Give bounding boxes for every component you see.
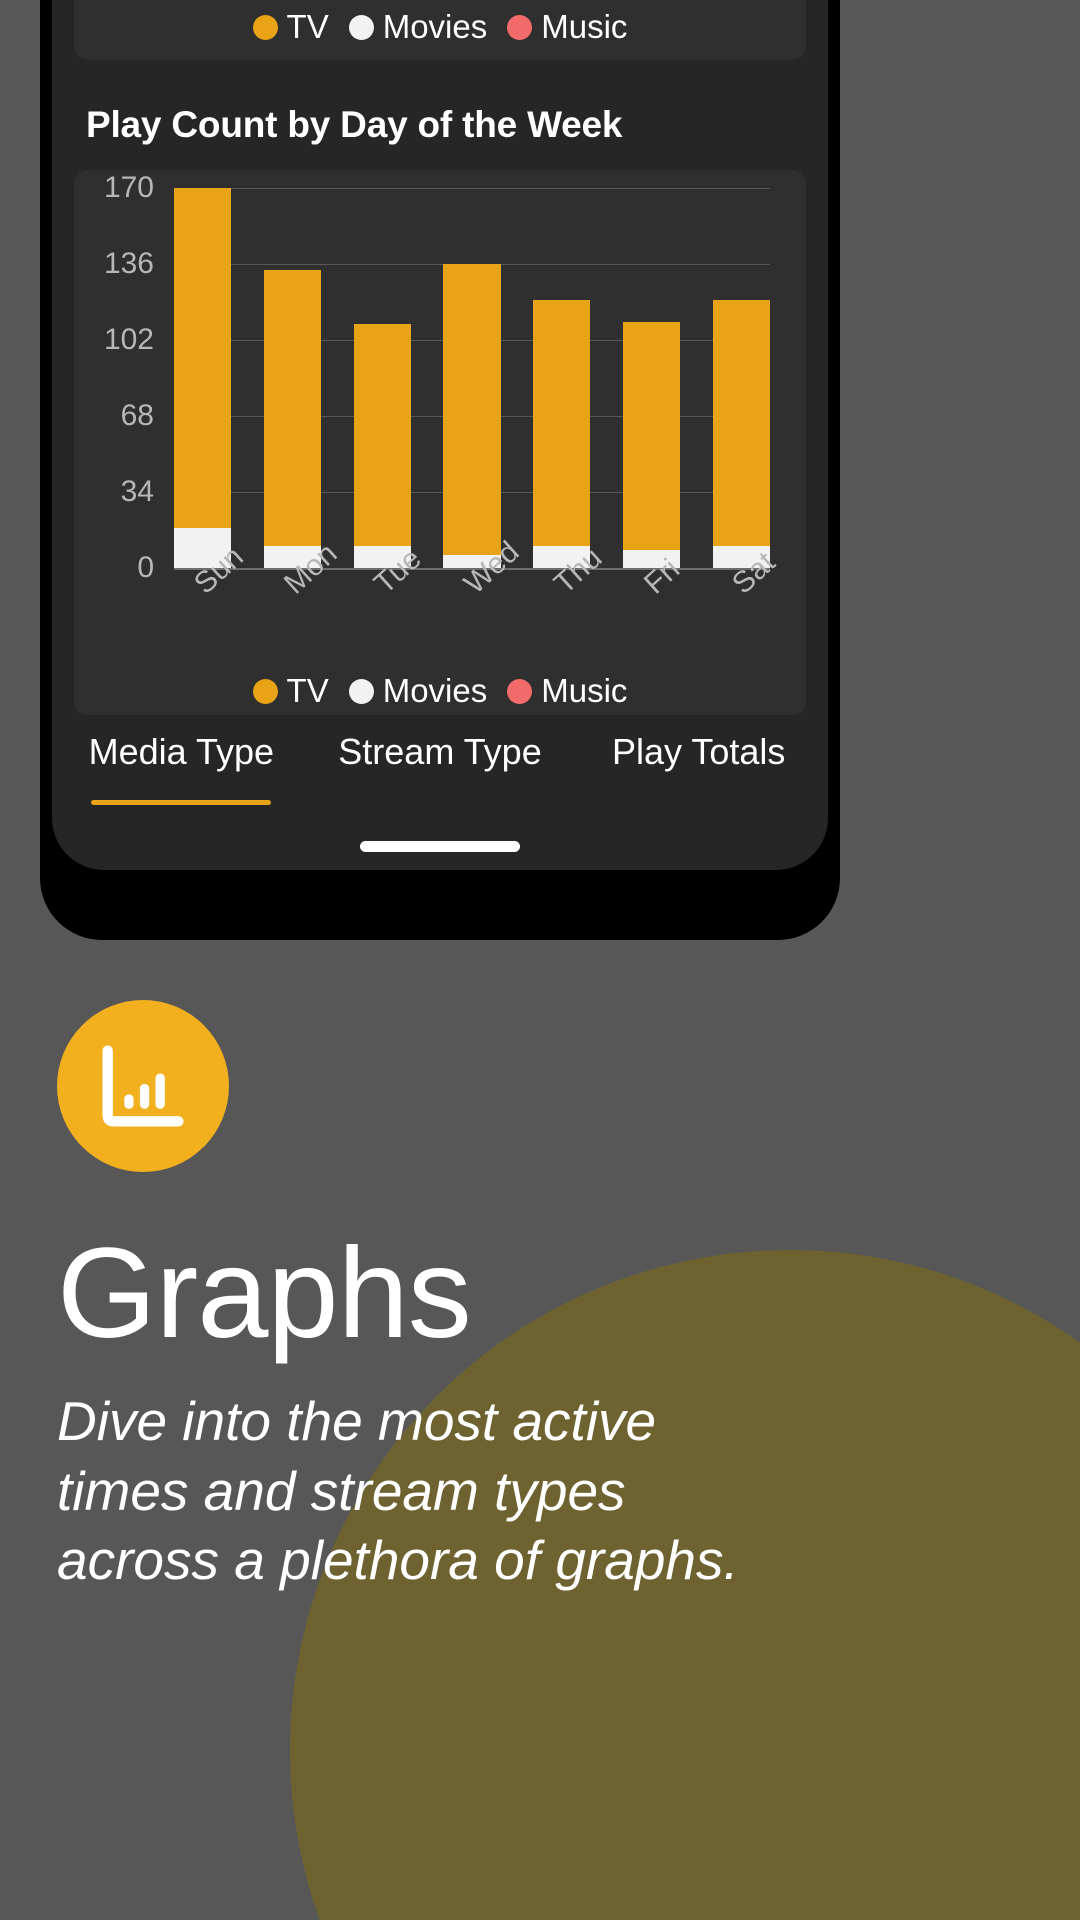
y-tick-label: 170 [103,171,154,204]
legend-dot-tv [252,678,278,704]
legend-item-movies: Movies [348,672,488,710]
tab-label: Stream Type [338,731,542,772]
legend-label-music: Music [541,8,628,45]
legend-item-tv: TV [252,8,329,46]
active-tab-indicator [91,800,272,805]
phone-screen: Mar 1 Mar 2 Mar 2 Apr 3 Apr 6 Apr 1 TV M… [52,0,828,870]
main-chart-card: 170 136 102 68 34 0 Sun Mon Tue Wed Thu … [74,170,806,715]
x-axis-labels: Sun Mon Tue Wed Thu Fri Sat [166,535,784,658]
legend-label-tv: TV [286,672,329,709]
bar-group [174,188,770,568]
legend-dot-movies [348,14,374,40]
legend-dot-movies [348,678,374,704]
bar-sat[interactable] [712,188,770,568]
promo-description: Dive into the most active times and stre… [57,1390,739,1591]
tab-bar: Media Type Stream Type Play Totals [52,713,828,818]
y-tick-label: 34 [120,475,154,508]
tab-stream-type[interactable]: Stream Type [311,731,570,773]
top-chart-legend: TV Movies Music [74,8,806,46]
bar-chart-plot: 170 136 102 68 34 0 [74,171,792,584]
bar-segment-tv [174,188,232,528]
home-indicator[interactable] [360,841,520,852]
bar-segment-tv [263,270,321,546]
bar-fri[interactable] [622,188,681,568]
promo-title: Graphs [57,1222,472,1365]
legend-dot-tv [252,14,278,40]
legend-item-movies: Movies [348,8,488,46]
bar-sun[interactable] [174,188,232,568]
tab-media-type[interactable]: Media Type [52,731,311,805]
legend-item-tv: TV [252,672,329,710]
tab-play-totals[interactable]: Play Totals [569,731,828,773]
bar-tue[interactable] [353,188,411,568]
legend-dot-music [507,678,533,704]
bar-segment-tv [443,264,501,555]
tab-label: Media Type [88,731,275,772]
phone-mockup: Mar 1 Mar 2 Mar 2 Apr 3 Apr 6 Apr 1 TV M… [40,0,840,940]
y-tick-label: 68 [120,399,154,432]
legend-label-music: Music [541,672,628,709]
bar-mon[interactable] [263,188,321,568]
legend-label-tv: TV [286,8,329,45]
bar-chart-icon [102,1045,184,1127]
y-tick-label: 102 [103,323,154,356]
top-chart-card: Mar 1 Mar 2 Mar 2 Apr 3 Apr 6 Apr 1 TV M… [74,0,806,60]
legend-item-music: Music [507,8,627,46]
bar-wed[interactable] [443,188,501,568]
bar-segment-tv [712,299,770,546]
y-tick-label: 136 [103,247,154,280]
bar-segment-tv [353,324,411,546]
legend-label-movies: Movies [382,8,488,45]
legend-label-movies: Movies [382,672,488,709]
y-tick-label: 0 [137,551,154,584]
legend-dot-music [507,14,533,40]
promo-icon-badge [57,1000,229,1172]
bar-segment-tv [533,299,591,546]
legend-item-music: Music [507,672,627,710]
bar-segment-tv [622,322,681,551]
tab-label: Play Totals [611,731,786,772]
bar-thu[interactable] [533,188,591,568]
promo-section: Graphs Dive into the most active times a… [57,1000,907,1595]
main-chart-title: Play Count by Day of the Week [86,104,623,145]
